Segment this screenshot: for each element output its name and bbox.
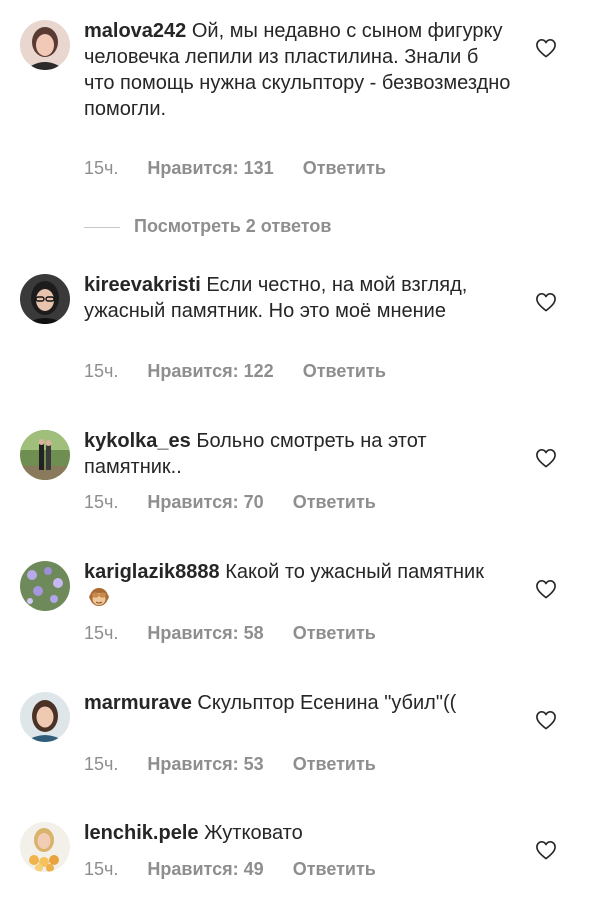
comment-username[interactable]: lenchik.pele [84, 822, 199, 844]
see-no-evil-monkey-icon [89, 588, 109, 606]
reply-button[interactable]: Ответить [303, 361, 386, 381]
view-replies-button[interactable]: Посмотреть 2 ответов [84, 216, 331, 237]
comment-meta: 15ч. Нравится: 122 Ответить [84, 361, 386, 382]
reply-button[interactable]: Ответить [293, 859, 376, 879]
comment-time: 15ч. [84, 492, 119, 512]
view-replies-label: Посмотреть 2 ответов [134, 216, 332, 236]
avatar[interactable] [20, 274, 70, 324]
heart-outline-icon[interactable] [535, 710, 557, 730]
avatar[interactable] [20, 822, 70, 872]
reply-button[interactable]: Ответить [293, 492, 376, 512]
heart-outline-icon[interactable] [535, 448, 557, 468]
comment-username[interactable]: kariglazik8888 [84, 561, 220, 583]
heart-outline-icon[interactable] [535, 840, 557, 860]
comment-time: 15ч. [84, 361, 119, 381]
divider-line [84, 226, 120, 228]
avatar[interactable] [20, 430, 70, 480]
comment-username[interactable]: kireevakristi [84, 274, 201, 296]
avatar[interactable] [20, 20, 70, 70]
comment-meta: 15ч. Нравится: 58 Ответить [84, 623, 376, 644]
comment-likes[interactable]: Нравится: 58 [147, 623, 263, 643]
comment-likes[interactable]: Нравится: 122 [147, 361, 273, 381]
heart-outline-icon[interactable] [535, 38, 557, 58]
comment-username[interactable]: malova242 [84, 20, 186, 42]
comment-text: Какой то ужасный памятник [225, 561, 484, 583]
comment-text: Скульптор Есенина "убил"(( [197, 692, 457, 714]
comment-username[interactable]: marmurave [84, 692, 192, 714]
heart-outline-icon[interactable] [535, 292, 557, 312]
comment-likes[interactable]: Нравится: 131 [147, 158, 273, 178]
comment-body: lenchik.pele Жутковато [84, 820, 514, 846]
comment-text: Жутковато [204, 822, 303, 844]
comment-likes[interactable]: Нравится: 53 [147, 754, 263, 774]
comment-body: kireevakristi Если честно, на мой взгляд… [84, 272, 514, 324]
comment-meta: 15ч. Нравится: 49 Ответить [84, 859, 376, 880]
comment-body: kykolka_es Больно смотреть на этот памят… [84, 428, 514, 480]
comment-time: 15ч. [84, 158, 119, 178]
comment-meta: 15ч. Нравится: 53 Ответить [84, 754, 376, 775]
comment-body: malova242 Ой, мы недавно с сыном фигурку… [84, 18, 514, 122]
reply-button[interactable]: Ответить [303, 158, 386, 178]
avatar[interactable] [20, 692, 70, 742]
comment-time: 15ч. [84, 859, 119, 879]
reply-button[interactable]: Ответить [293, 623, 376, 643]
comment-time: 15ч. [84, 754, 119, 774]
comment-username[interactable]: kykolka_es [84, 430, 191, 452]
comment-meta: 15ч. Нравится: 70 Ответить [84, 492, 376, 513]
comment-likes[interactable]: Нравится: 49 [147, 859, 263, 879]
comment-meta: 15ч. Нравится: 131 Ответить [84, 158, 386, 179]
comment-body: kariglazik8888 Какой то ужасный памятник [84, 559, 514, 611]
reply-button[interactable]: Ответить [293, 754, 376, 774]
comment-body: marmurave Скульптор Есенина "убил"(( [84, 690, 514, 716]
comment-time: 15ч. [84, 623, 119, 643]
comment-likes[interactable]: Нравится: 70 [147, 492, 263, 512]
heart-outline-icon[interactable] [535, 579, 557, 599]
avatar[interactable] [20, 561, 70, 611]
